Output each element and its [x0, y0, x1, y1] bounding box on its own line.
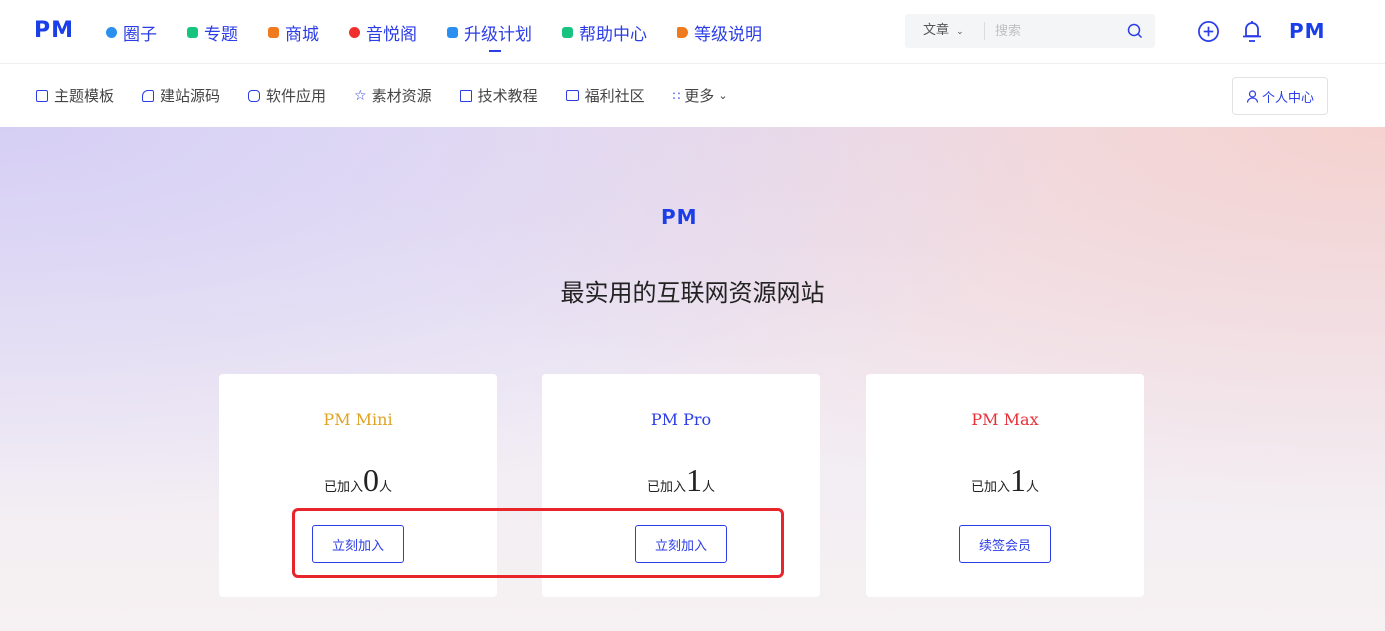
nav-item-label: 音悦阁 [366, 24, 417, 45]
joined-suffix: 人 [379, 480, 393, 495]
chevron-down-icon: ⌄ [718, 89, 728, 102]
star-icon: ☆ [354, 87, 367, 104]
member-count-number: 0 [363, 462, 379, 498]
plan-card-mini: PM Mini 已加入0人 立刻加入 [219, 374, 497, 597]
plan-member-count: 已加入0人 [219, 462, 497, 499]
category-label: 更多 [684, 87, 715, 105]
source-icon [142, 89, 155, 102]
category-label: 建站源码 [160, 87, 221, 105]
search-category-label: 文章 [923, 23, 950, 38]
category-tutorial[interactable]: 技术教程 [459, 85, 538, 106]
category-nav: 主题模板 建站源码 软件应用 ☆ 素材资源 技术教程 福利社区 ∷ 更多 ⌄ [36, 64, 756, 127]
renew-membership-button[interactable]: 续签会员 [959, 525, 1051, 563]
nav-item-upgrade[interactable]: 升级计划 [447, 20, 532, 52]
category-software[interactable]: 软件应用 [248, 85, 326, 106]
user-center-label: 个人中心 [1261, 90, 1314, 106]
joined-prefix: 已加入 [323, 480, 363, 495]
software-icon [248, 89, 261, 102]
topic-icon [187, 26, 198, 38]
category-welfare[interactable]: 福利社区 [565, 85, 645, 106]
main-nav: 圈子 专题 商城 音悦阁 升级计划 帮助中心 等级说明 [106, 0, 792, 64]
music-icon [349, 26, 360, 38]
nav-item-circle[interactable]: 圈子 [106, 20, 157, 45]
shop-icon [268, 26, 279, 38]
hero-logo: PM [661, 205, 698, 229]
upgrade-icon [447, 26, 458, 38]
nav-item-label: 升级计划 [464, 24, 532, 45]
join-now-button[interactable]: 立刻加入 [312, 525, 404, 563]
bell-icon[interactable] [1241, 19, 1263, 43]
category-label: 主题模板 [54, 87, 115, 105]
category-theme[interactable]: 主题模板 [36, 85, 114, 106]
circle-icon [106, 26, 117, 38]
nav-item-level[interactable]: 等级说明 [677, 20, 762, 45]
hero-title: 最实用的互联网资源网站 [560, 279, 825, 307]
add-icon[interactable] [1197, 20, 1220, 43]
category-label: 技术教程 [477, 87, 538, 105]
joined-prefix: 已加入 [646, 480, 686, 495]
plan-name: PM Pro [650, 410, 712, 429]
top-navbar: PM 圈子 专题 商城 音悦阁 升级计划 帮助中心 等级说明 文章 ⌄ 搜索 P… [0, 0, 1385, 64]
category-label: 软件应用 [266, 87, 327, 105]
member-count-number: 1 [1010, 462, 1026, 498]
search-category-dropdown[interactable]: 文章 ⌄ [905, 22, 985, 40]
user-avatar-logo[interactable]: PM [1289, 19, 1326, 43]
joined-prefix: 已加入 [970, 480, 1010, 495]
image-icon [565, 90, 579, 101]
tutorial-icon [459, 89, 472, 102]
nav-item-label: 帮助中心 [579, 24, 647, 45]
plan-card-max: PM Max 已加入1人 续签会员 [866, 374, 1144, 597]
plan-name: PM Mini [323, 410, 393, 429]
membership-hero: PM 最实用的互联网资源网站 PM Mini 已加入0人 立刻加入 PM Pro… [0, 127, 1385, 631]
plan-member-count: 已加入1人 [542, 462, 820, 499]
user-center-button[interactable]: 个人中心 [1232, 77, 1328, 115]
grid-icon: ∷ [672, 88, 681, 103]
chevron-down-icon: ⌄ [956, 27, 964, 37]
nav-item-help[interactable]: 帮助中心 [562, 20, 647, 45]
user-icon [1246, 89, 1259, 103]
join-now-button[interactable]: 立刻加入 [635, 525, 727, 563]
plan-card-pro: PM Pro 已加入1人 立刻加入 [542, 374, 820, 597]
nav-item-music[interactable]: 音悦阁 [349, 20, 417, 45]
category-bar: 主题模板 建站源码 软件应用 ☆ 素材资源 技术教程 福利社区 ∷ 更多 ⌄ 个… [0, 64, 1385, 127]
category-material[interactable]: ☆ 素材资源 [354, 85, 432, 106]
nav-item-label: 等级说明 [694, 24, 762, 45]
plan-name: PM Max [971, 410, 1039, 429]
search-box: 文章 ⌄ [905, 14, 1155, 48]
nav-item-label: 专题 [204, 24, 238, 45]
nav-item-topic[interactable]: 专题 [187, 20, 238, 45]
search-icon[interactable] [1127, 23, 1143, 39]
category-source[interactable]: 建站源码 [142, 85, 220, 106]
category-label: 素材资源 [371, 87, 432, 105]
joined-suffix: 人 [702, 480, 716, 495]
theme-icon [36, 89, 48, 102]
plan-member-count: 已加入1人 [866, 462, 1144, 499]
category-label: 福利社区 [584, 87, 645, 105]
nav-item-shop[interactable]: 商城 [268, 20, 319, 45]
help-icon [562, 26, 573, 38]
site-logo[interactable]: PM [34, 18, 74, 43]
joined-suffix: 人 [1026, 480, 1040, 495]
search-input[interactable] [985, 23, 1105, 39]
member-count-number: 1 [686, 462, 702, 498]
nav-item-label: 商城 [285, 24, 319, 45]
level-icon [677, 26, 688, 38]
nav-item-label: 圈子 [123, 24, 157, 45]
category-more[interactable]: ∷ 更多 ⌄ [673, 85, 728, 106]
